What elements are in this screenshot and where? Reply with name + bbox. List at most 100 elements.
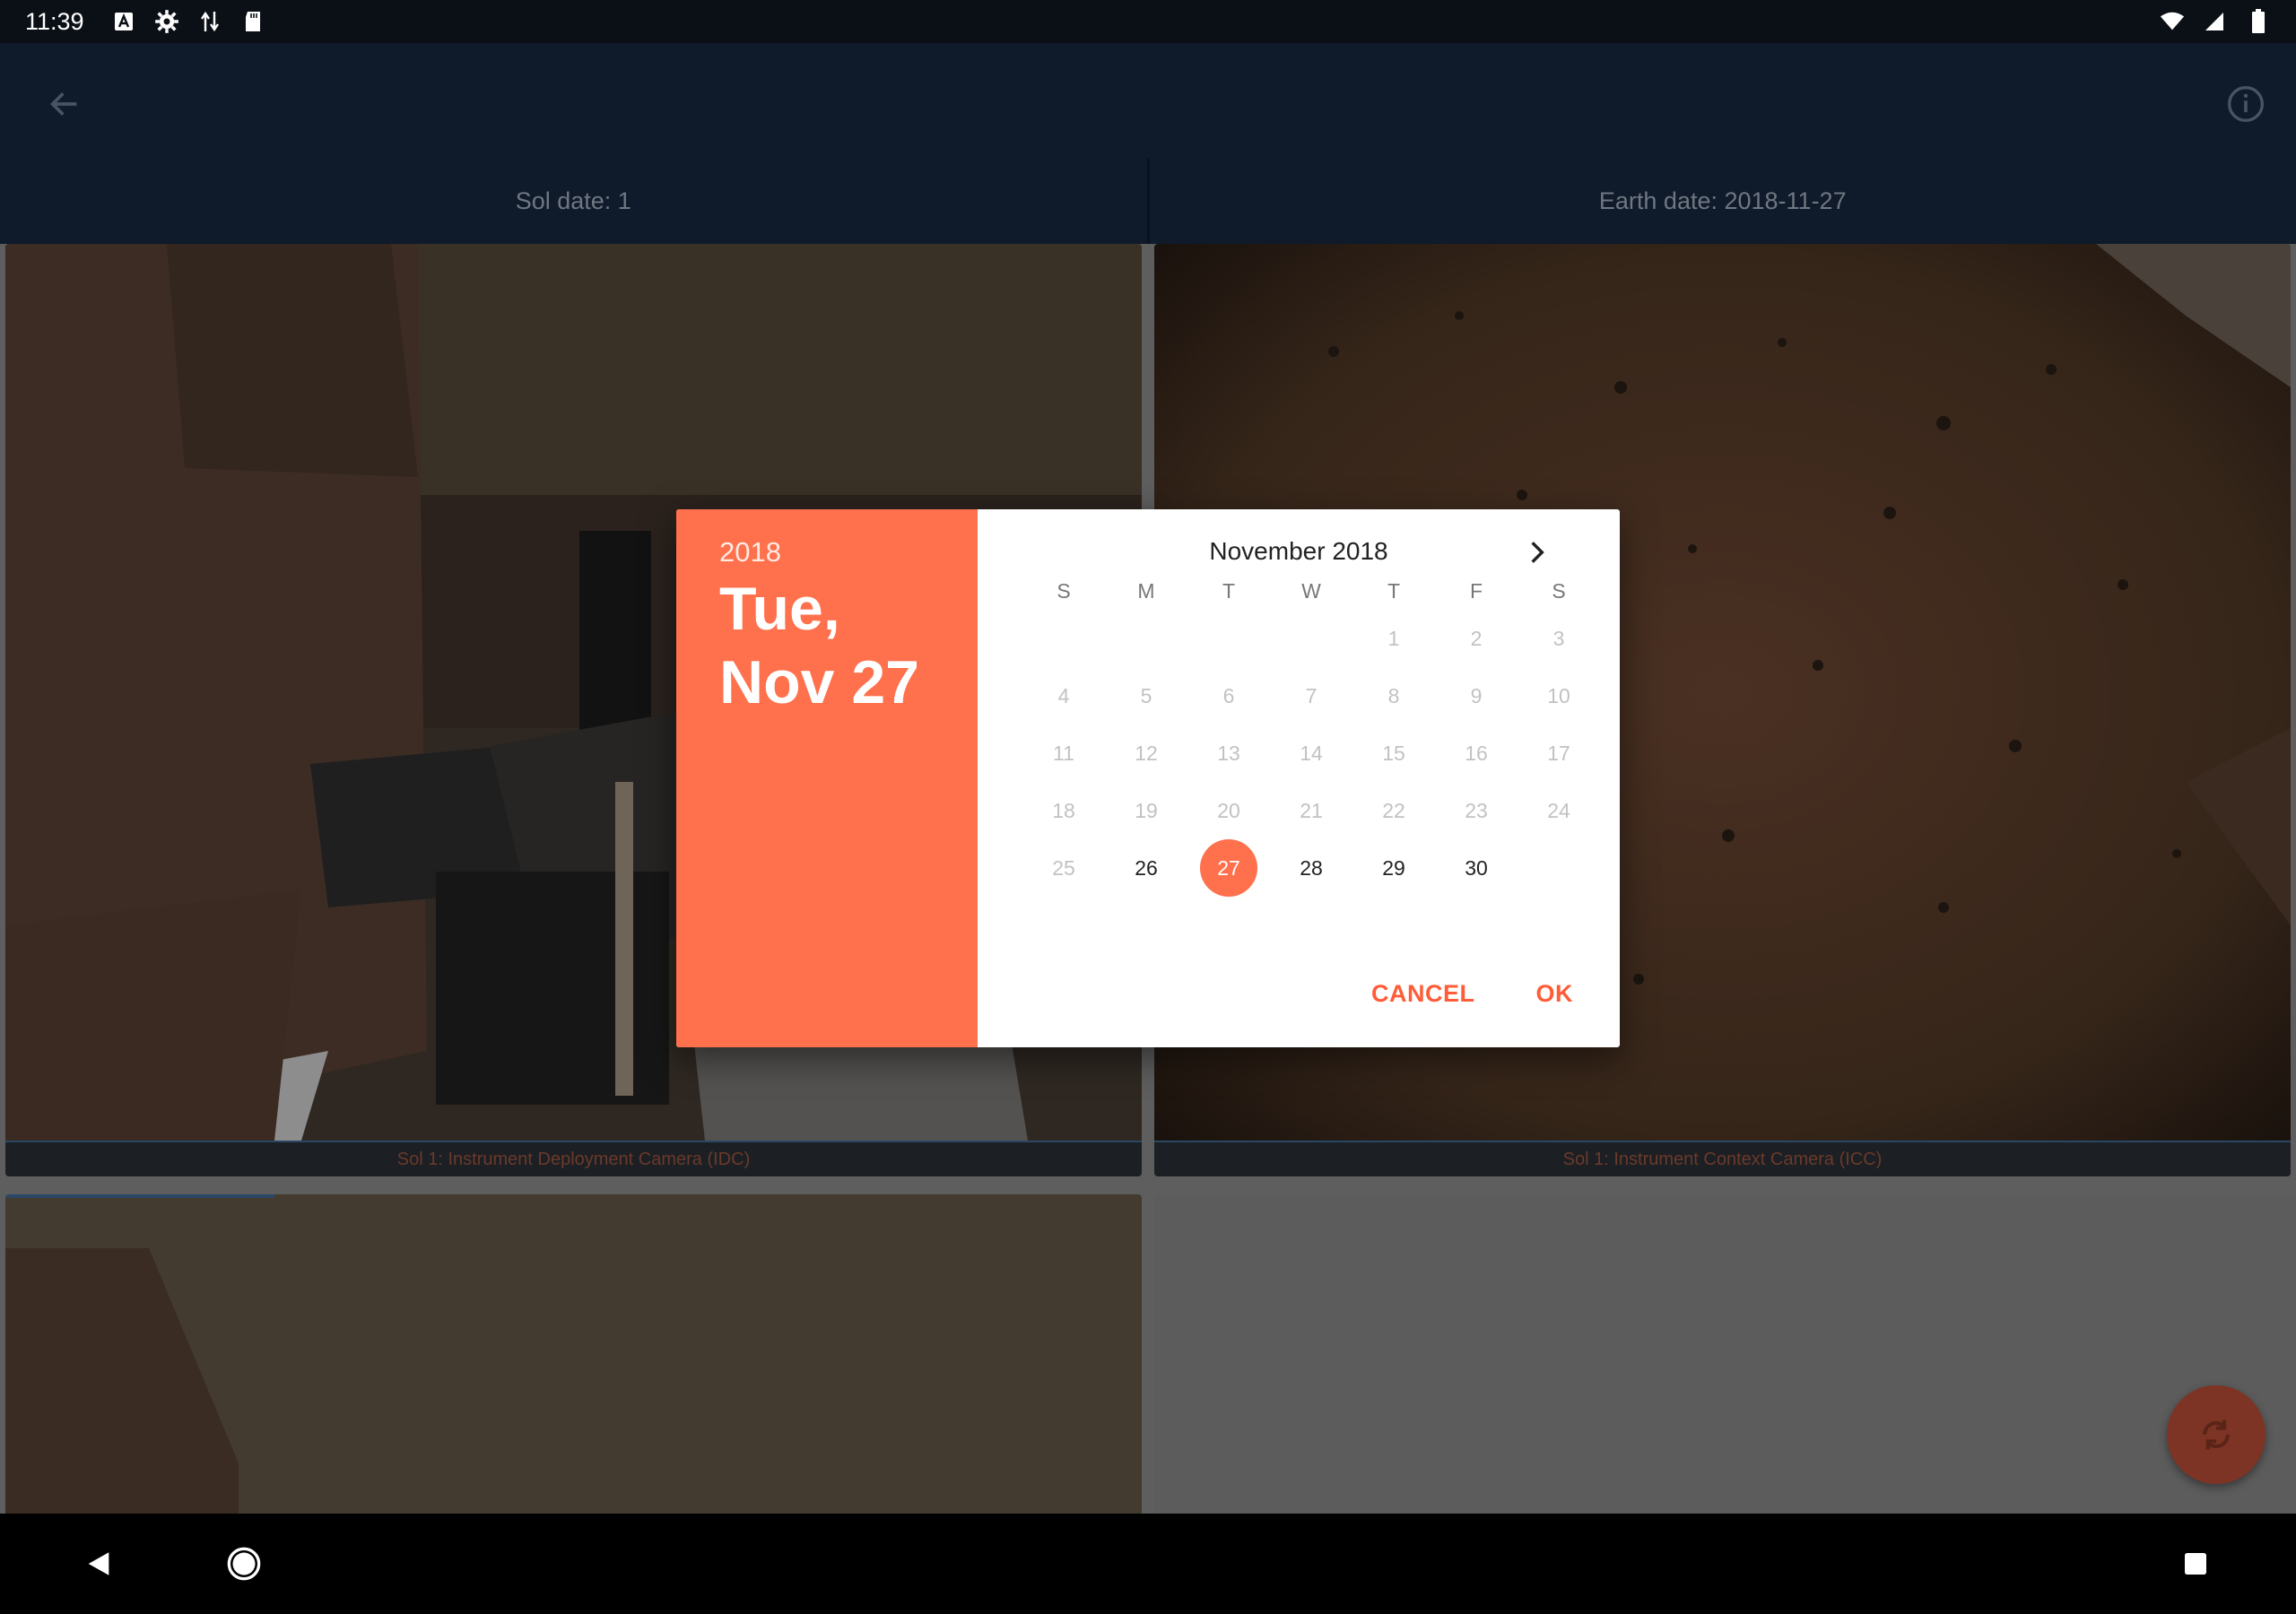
info-button[interactable] xyxy=(2221,79,2271,129)
calendar-day-label: 7 xyxy=(1305,683,1318,707)
calendar-day-label: 8 xyxy=(1387,683,1400,707)
weekday-label: S xyxy=(1552,579,1566,603)
calendar-day: 4 xyxy=(1022,667,1105,725)
calendar-day-label: 24 xyxy=(1547,798,1570,822)
calendar-day-label: 22 xyxy=(1382,798,1405,822)
sync-icon xyxy=(2203,1419,2230,1450)
weekday-label: W xyxy=(1301,579,1321,603)
calendar-day-label: 5 xyxy=(1140,683,1152,707)
calendar-day: 3 xyxy=(1518,610,1600,667)
calendar-day-selected[interactable]: 27 xyxy=(1187,839,1270,897)
sd-card-icon xyxy=(240,9,265,34)
calendar-body: November 2018 S M T W T F S 1 2 3 4 5 6 7 8 9 10 1… xyxy=(978,509,1620,1047)
calendar-day[interactable]: 26 xyxy=(1105,839,1187,897)
photo-caption: Sol 1: Instrument Context Camera (ICC) xyxy=(1154,1141,2291,1176)
cancel-button[interactable]: CANCEL xyxy=(1361,973,1486,1015)
calendar-day: 19 xyxy=(1105,782,1187,839)
date-picker-header: 2018 Tue, Nov 27 xyxy=(676,509,978,1047)
info-icon xyxy=(2228,86,2264,122)
calendar-day: 2 xyxy=(1435,610,1518,667)
calendar-day[interactable]: 30 xyxy=(1435,839,1518,897)
wifi-icon xyxy=(2160,9,2185,34)
weekday-label: T xyxy=(1222,579,1236,603)
calendar-day: 8 xyxy=(1352,667,1435,725)
calendar-day[interactable]: 29 xyxy=(1352,839,1435,897)
calendar-empty-cell xyxy=(1105,610,1187,667)
triangle-back-icon xyxy=(88,1552,109,1575)
nav-back-button[interactable] xyxy=(70,1535,127,1592)
photo-card-idc-2[interactable] xyxy=(5,1194,1142,1517)
sol-date-label[interactable]: Sol date: 1 xyxy=(0,158,1147,244)
navigation-bar xyxy=(0,1514,2296,1614)
calendar-day-label: 20 xyxy=(1217,798,1240,822)
data-sync-icon xyxy=(197,9,222,34)
earth-date-label[interactable]: Earth date: 2018-11-27 xyxy=(1150,158,2296,244)
calendar-day-label: 9 xyxy=(1470,683,1483,707)
ok-button[interactable]: OK xyxy=(1526,973,1585,1015)
calendar-day-label: 23 xyxy=(1465,798,1488,822)
status-bar: 11:39 xyxy=(0,0,2296,43)
battery-icon xyxy=(2246,9,2271,34)
calendar-day-label: 25 xyxy=(1052,855,1075,880)
calendar-empty-cell xyxy=(1022,610,1105,667)
month-header: November 2018 xyxy=(978,529,1620,574)
calendar-day-label: 26 xyxy=(1135,855,1158,880)
empty-grid-area xyxy=(1154,1194,2296,1517)
settings-gear-icon xyxy=(154,9,179,34)
calendar-day-label: 4 xyxy=(1057,683,1070,707)
calendar-day-label: 29 xyxy=(1382,855,1405,880)
date-picker-dialog: 2018 Tue, Nov 27 November 2018 S M T W T… xyxy=(676,509,1620,1047)
calendar-day-label: 21 xyxy=(1300,798,1323,822)
calendar-day[interactable]: 28 xyxy=(1270,839,1352,897)
chevron-right-icon xyxy=(1531,542,1544,563)
calendar-day: 21 xyxy=(1270,782,1352,839)
calendar-day-label: 2 xyxy=(1470,626,1483,650)
calendar-day-label: 3 xyxy=(1552,626,1565,650)
calendar-day-label: 28 xyxy=(1300,855,1323,880)
calendar-day: 22 xyxy=(1352,782,1435,839)
calendar-empty-cell xyxy=(1270,610,1352,667)
keyboard-a-icon xyxy=(111,9,136,34)
calendar-day: 25 xyxy=(1022,839,1105,897)
calendar-day-label: 10 xyxy=(1547,683,1570,707)
calendar-day: 1 xyxy=(1352,610,1435,667)
status-time: 11:39 xyxy=(25,7,84,35)
cell-signal-icon xyxy=(2203,9,2228,34)
weekday-header: S M T W T F S xyxy=(1022,579,1600,603)
arrow-back-icon xyxy=(50,92,77,116)
month-title: November 2018 xyxy=(1209,537,1388,565)
dialog-actions: CANCEL OK xyxy=(1321,973,1584,1015)
calendar-day: 7 xyxy=(1270,667,1352,725)
calendar-day: 16 xyxy=(1435,725,1518,782)
calendar-day: 13 xyxy=(1187,725,1270,782)
calendar-day-label: 11 xyxy=(1053,741,1074,765)
mars-lander-photo-2 xyxy=(5,1194,1142,1517)
calendar-day-label: 17 xyxy=(1547,741,1570,765)
next-month-button[interactable] xyxy=(1518,533,1557,572)
calendar-day: 20 xyxy=(1187,782,1270,839)
calendar-day: 9 xyxy=(1435,667,1518,725)
calendar-day-label: 27 xyxy=(1217,855,1240,880)
app-bar xyxy=(0,43,2296,158)
refresh-fab[interactable] xyxy=(2167,1385,2266,1484)
calendar-day: 17 xyxy=(1518,725,1600,782)
weekday-label: S xyxy=(1057,579,1071,603)
calendar-day-label: 1 xyxy=(1387,626,1400,650)
app-root: 11:39 Sol date: 1 Earth date: 2018-11-27… xyxy=(0,0,2296,1614)
calendar-day-label: 19 xyxy=(1135,798,1158,822)
nav-home-button[interactable] xyxy=(215,1535,273,1592)
calendar-day: 12 xyxy=(1105,725,1187,782)
calendar-day-label: 12 xyxy=(1135,741,1158,765)
nav-recents-button[interactable] xyxy=(2167,1535,2224,1592)
calendar-empty-cell xyxy=(1187,610,1270,667)
calendar-grid: 1 2 3 4 5 6 7 8 9 10 11 12 13 14 15 16 17 18 19 20 21 22 23 24 2… xyxy=(1022,610,1600,897)
back-button[interactable] xyxy=(39,79,90,129)
date-tabs: Sol date: 1 Earth date: 2018-11-27 xyxy=(0,158,2296,244)
weekday-label: M xyxy=(1137,579,1155,603)
weekday-label: F xyxy=(1469,579,1483,603)
photo-caption: Sol 1: Instrument Deployment Camera (IDC… xyxy=(5,1141,1142,1176)
square-recents-icon xyxy=(2185,1553,2206,1575)
selected-date-weekday: Tue, xyxy=(719,575,840,643)
selected-date: Tue, Nov 27 xyxy=(719,572,935,719)
selected-year[interactable]: 2018 xyxy=(719,536,935,568)
